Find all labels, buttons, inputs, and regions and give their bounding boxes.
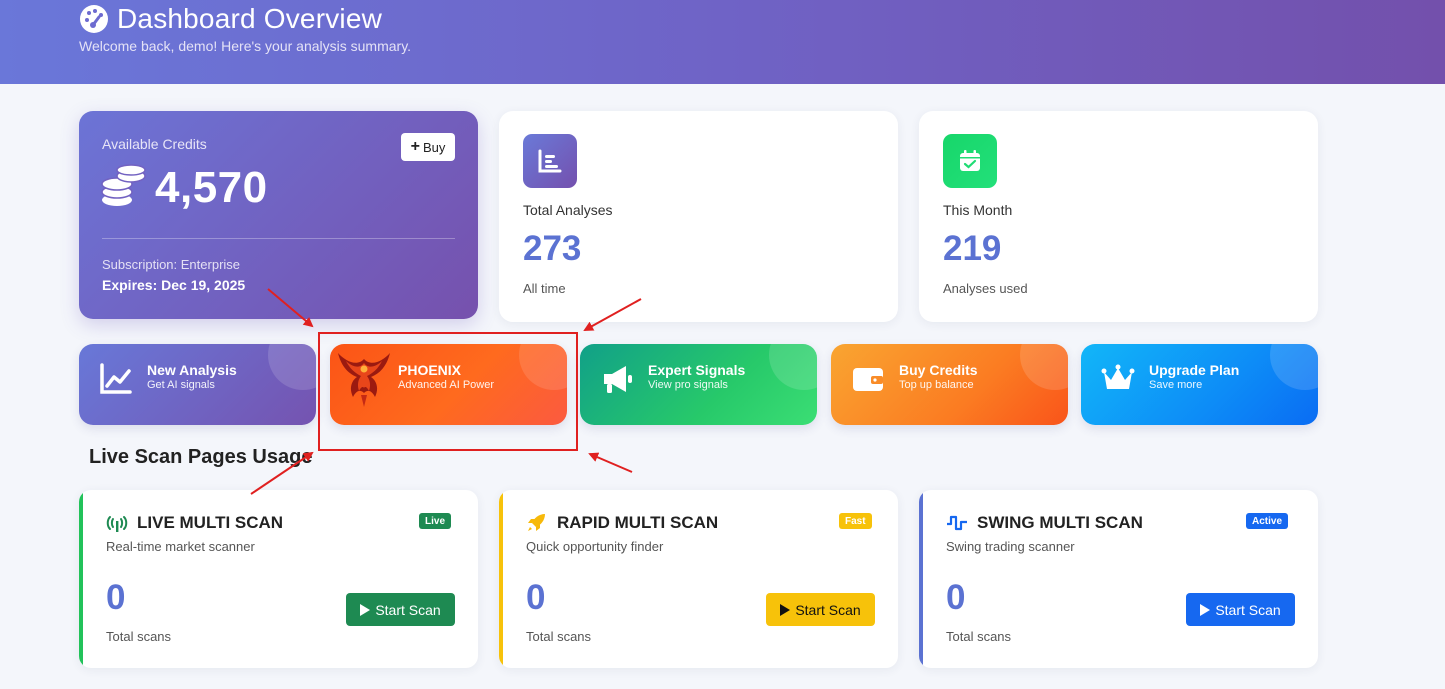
- wave-square-icon: [947, 515, 967, 531]
- stat-label: Total Analyses: [523, 202, 613, 218]
- upgrade-plan-button[interactable]: Upgrade Plan Save more: [1081, 344, 1318, 425]
- plus-icon: +: [410, 138, 420, 155]
- scan-title: LIVE MULTI SCAN: [137, 513, 284, 532]
- stat-value: 273: [523, 229, 582, 268]
- stat-note: All time: [523, 281, 566, 296]
- buy-credits-button[interactable]: + Buy: [401, 133, 455, 161]
- status-badge: Live: [419, 513, 452, 529]
- total-analyses-card: Total Analyses 273 All time: [499, 111, 898, 322]
- coins-icon: [101, 164, 146, 206]
- start-scan-button[interactable]: Start Scan: [1186, 593, 1295, 626]
- scan-title: RAPID MULTI SCAN: [557, 513, 719, 532]
- scan-subtitle: Swing trading scanner: [946, 539, 1075, 554]
- buy-label: Buy: [422, 139, 446, 155]
- broadcast-icon: [106, 516, 128, 532]
- scan-count-label: Total scans: [526, 629, 592, 644]
- swing-multi-scan-card: SWING MULTI SCAN Active Swing trading sc…: [919, 490, 1318, 668]
- action-subtitle: Get AI signals: [147, 379, 215, 391]
- scan-subtitle: Real-time market scanner: [106, 539, 255, 554]
- rocket-icon: [528, 514, 545, 531]
- play-icon: [780, 603, 791, 616]
- scan-count: 0: [526, 578, 546, 617]
- rapid-multi-scan-card: RAPID MULTI SCAN Fast Quick opportunity …: [499, 490, 898, 668]
- chart-bar-icon: [523, 134, 577, 188]
- status-badge: Active: [1246, 513, 1289, 529]
- action-subtitle: View pro signals: [648, 379, 728, 391]
- scan-count-label: Total scans: [106, 629, 172, 644]
- action-title: New Analysis: [147, 362, 237, 378]
- scan-subtitle: Quick opportunity finder: [526, 539, 664, 554]
- page-header: Dashboard Overview Welcome back, demo! H…: [0, 0, 1445, 84]
- credits-card: Available Credits + Buy 4,570 Subscripti…: [79, 111, 478, 319]
- action-subtitle: Top up balance: [899, 379, 974, 391]
- action-title: Buy Credits: [899, 362, 978, 378]
- chart-line-icon: [100, 363, 132, 394]
- stat-label: This Month: [943, 202, 1013, 218]
- start-scan-button[interactable]: Start Scan: [766, 593, 875, 626]
- expert-signals-button[interactable]: Expert Signals View pro signals: [580, 344, 817, 425]
- page-title-text: Dashboard Overview: [117, 3, 383, 34]
- page-subtitle: Welcome back, demo! Here's your analysis…: [79, 38, 412, 54]
- play-icon: [360, 603, 371, 616]
- scan-count: 0: [106, 578, 126, 617]
- start-scan-button[interactable]: Start Scan: [346, 593, 455, 626]
- arrow-bottom-right: [588, 452, 633, 473]
- crown-icon: [1101, 364, 1135, 389]
- this-month-card: This Month 219 Analyses used: [919, 111, 1318, 322]
- scan-count: 0: [946, 578, 966, 617]
- start-scan-label: Start Scan: [1215, 601, 1281, 618]
- scan-count-label: Total scans: [946, 629, 1012, 644]
- credits-divider: [102, 238, 455, 239]
- wallet-icon: [853, 368, 883, 391]
- credits-value: 4,570: [155, 163, 268, 212]
- start-scan-label: Start Scan: [375, 601, 441, 618]
- scan-title: SWING MULTI SCAN: [977, 513, 1143, 532]
- expires-text: Expires: Dec 19, 2025: [102, 277, 246, 293]
- action-title: Upgrade Plan: [1149, 362, 1240, 378]
- highlight-box: [318, 332, 578, 451]
- calendar-check-icon: [943, 134, 997, 188]
- section-title: Live Scan Pages Usage: [89, 446, 313, 468]
- live-multi-scan-card: LIVE MULTI SCAN Live Real-time market sc…: [79, 490, 478, 668]
- play-icon: [1200, 603, 1211, 616]
- megaphone-icon: [604, 366, 632, 393]
- action-subtitle: Save more: [1149, 379, 1203, 391]
- buy-credits-action-button[interactable]: Buy Credits Top up balance: [831, 344, 1068, 425]
- stat-value: 219: [943, 229, 1002, 268]
- tachometer-icon: [80, 5, 108, 33]
- new-analysis-button[interactable]: New Analysis Get AI signals: [79, 344, 316, 425]
- credits-label: Available Credits: [102, 136, 207, 152]
- subscription-text: Subscription: Enterprise: [102, 257, 241, 272]
- action-title: Expert Signals: [648, 362, 746, 378]
- stat-note: Analyses used: [943, 281, 1028, 296]
- start-scan-label: Start Scan: [795, 601, 861, 618]
- status-badge: Fast: [839, 513, 872, 529]
- page-title: Dashboard Overview: [79, 3, 382, 35]
